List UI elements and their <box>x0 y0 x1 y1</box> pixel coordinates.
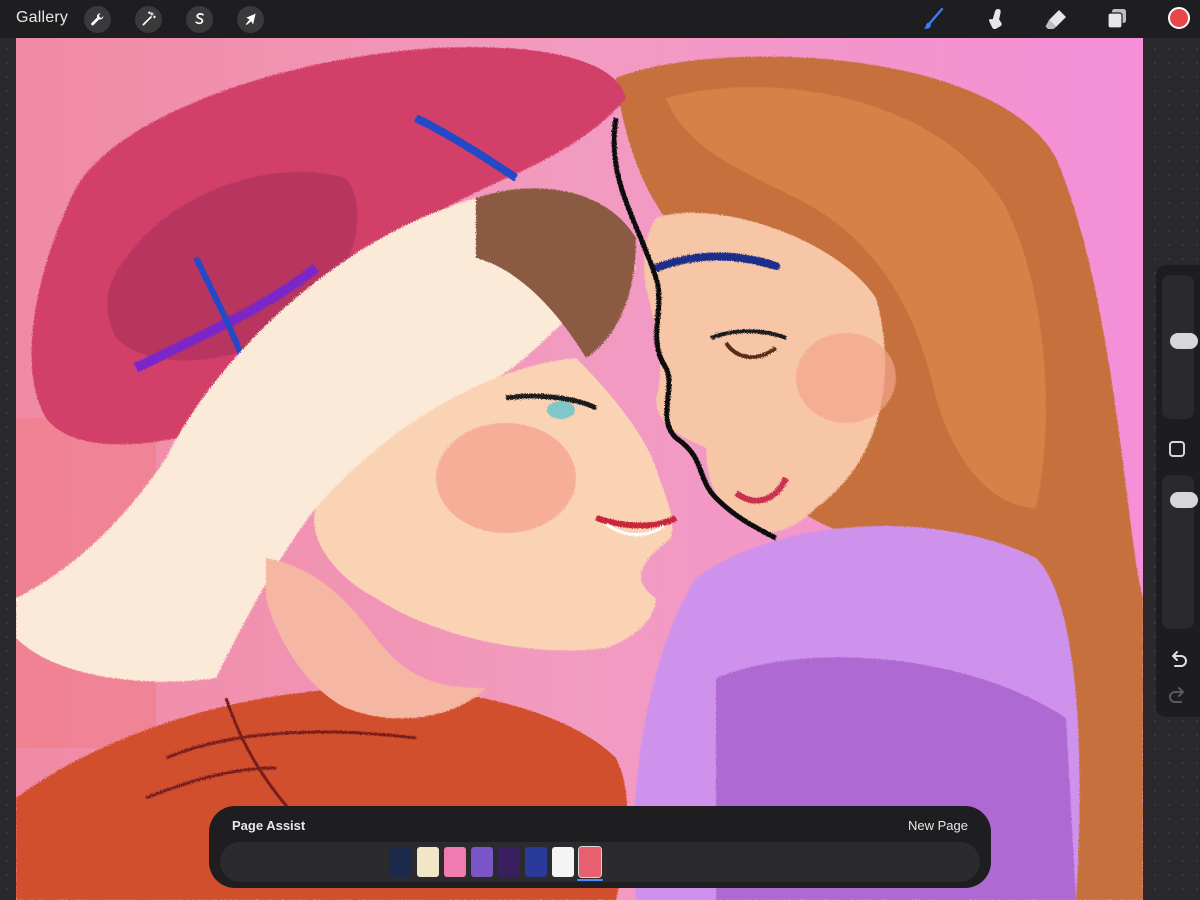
magic-wand-icon[interactable] <box>135 6 162 33</box>
brush-size-slider[interactable] <box>1162 275 1198 419</box>
page-thumbnail[interactable] <box>525 847 547 877</box>
gallery-button[interactable]: Gallery <box>16 9 68 27</box>
right-sidebar <box>1156 265 1200 717</box>
undo-icon[interactable] <box>1167 649 1189 671</box>
redo-icon[interactable] <box>1167 685 1189 707</box>
artwork <box>16 38 1143 900</box>
color-swatch[interactable] <box>1168 7 1190 29</box>
new-page-button[interactable]: New Page <box>908 818 968 833</box>
page-assist-panel: Page Assist New Page <box>209 806 991 888</box>
modify-square-icon[interactable] <box>1169 441 1185 457</box>
eraser-icon[interactable] <box>1043 6 1069 32</box>
wrench-icon[interactable] <box>84 6 111 33</box>
brush-opacity-slider[interactable] <box>1162 475 1198 629</box>
arrow-cursor-icon[interactable] <box>237 6 264 33</box>
smudge-finger-icon[interactable] <box>982 6 1008 32</box>
selection-s-icon[interactable] <box>186 6 213 33</box>
page-thumbnail[interactable] <box>417 847 439 877</box>
page-assist-title: Page Assist <box>232 818 306 833</box>
brush-icon[interactable] <box>920 6 946 32</box>
page-thumbnail[interactable] <box>444 847 466 877</box>
page-thumbnail[interactable] <box>578 846 602 878</box>
brush-opacity-thumb[interactable] <box>1170 492 1198 508</box>
top-toolbar: Gallery <box>0 0 1200 38</box>
layers-icon[interactable] <box>1104 6 1130 32</box>
page-thumbnail[interactable] <box>471 847 493 877</box>
brush-size-thumb[interactable] <box>1170 333 1198 349</box>
page-thumbnail[interactable] <box>552 847 574 877</box>
page-thumbnail[interactable] <box>498 847 520 877</box>
drawing-canvas[interactable] <box>16 38 1143 900</box>
page-thumbnail[interactable] <box>390 847 412 877</box>
page-thumbnail-strip <box>220 842 980 882</box>
active-page-indicator <box>577 879 603 881</box>
